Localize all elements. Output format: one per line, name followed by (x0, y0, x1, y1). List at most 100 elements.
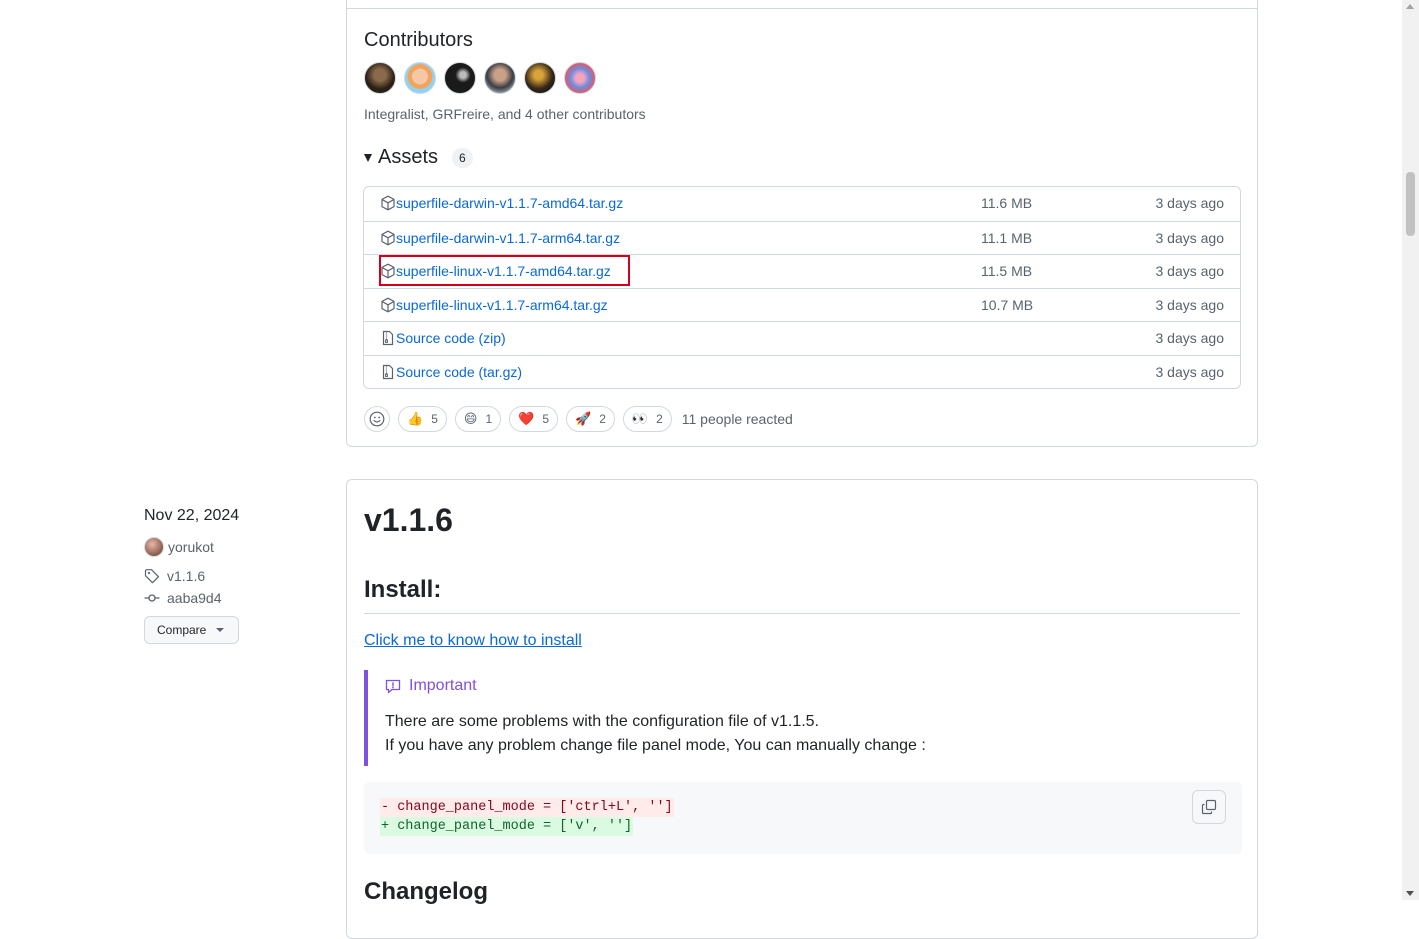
install-link[interactable]: Click me to know how to install (364, 632, 582, 650)
asset-row: Source code (zip) 3 days ago (364, 321, 1240, 355)
asset-size: 11.1 MB (981, 229, 1033, 246)
reaction-count: 2 (656, 412, 663, 426)
assets-count-badge: 6 (452, 147, 473, 168)
code-line-removed: - change_panel_mode = ['ctrl+L', ''] (380, 798, 674, 817)
asset-link[interactable]: superfile-darwin-v1.1.7-arm64.tar.gz (396, 230, 620, 246)
divider (347, 8, 1257, 9)
source-code-zip-link[interactable]: Source code (zip) (396, 330, 506, 346)
asset-size: 11.5 MB (981, 263, 1033, 279)
asset-link-label: Source code (396, 363, 475, 380)
scroll-down-arrow-icon[interactable] (1406, 891, 1414, 896)
reaction-count: 2 (599, 412, 606, 426)
alert-text: If you have any problem change file pane… (385, 737, 926, 754)
release-commit[interactable]: aaba9d4 (144, 590, 222, 606)
reactions-bar: 👍 5 😄 1 ❤️ 5 🚀 2 👀 2 11 people reacted (364, 406, 793, 432)
contributor-avatar[interactable] (444, 62, 476, 94)
scrollbar-thumb[interactable] (1406, 172, 1415, 236)
heart-icon: ❤️ (518, 411, 535, 426)
asset-link[interactable]: superfile-darwin-v1.1.7-amd64.tar.gz (396, 195, 623, 211)
author-name: yorukot (168, 539, 214, 555)
thumbs-up-icon: 👍 (407, 411, 424, 426)
release-tag[interactable]: v1.1.6 (144, 568, 205, 584)
asset-date: 3 days ago (1155, 296, 1225, 313)
reaction-rocket[interactable]: 🚀 2 (566, 406, 615, 432)
commit-sha: aaba9d4 (167, 590, 222, 606)
alert-text: There are some problems with the configu… (385, 713, 819, 730)
source-code-targz-link[interactable]: Source code (tar.gz) (396, 364, 522, 380)
contributor-avatar[interactable] (524, 62, 556, 94)
laugh-icon: 😄 (463, 411, 478, 426)
important-alert: Important There are some problems with t… (364, 670, 1242, 766)
asset-row: superfile-linux-v1.1.7-arm64.tar.gz 10.7… (364, 287, 1240, 322)
report-icon (385, 679, 401, 694)
asset-date: 3 days ago (1155, 363, 1225, 380)
assets-toggle[interactable]: Assets 6 (364, 146, 473, 169)
package-icon (380, 297, 396, 313)
asset-size: 10.7 MB (981, 296, 1034, 313)
alert-title: Important (385, 677, 477, 695)
reaction-laugh[interactable]: 😄 1 (454, 406, 502, 432)
asset-date: 3 days ago (1155, 263, 1225, 279)
package-icon (380, 195, 396, 211)
tag-name: v1.1.6 (167, 568, 206, 584)
package-icon (380, 263, 396, 279)
scroll-up-arrow-icon[interactable] (1406, 4, 1414, 9)
release-card-v1-1-7: Contributors Integralist, GRFreire, and … (346, 0, 1258, 447)
alert-title-text: Important (409, 677, 477, 694)
diff-code-block: - change_panel_mode = ['ctrl+L', ''] + c… (364, 782, 1242, 854)
divider (364, 613, 1240, 614)
release-author[interactable]: yorukot (144, 537, 214, 557)
vertical-scrollbar[interactable] (1402, 0, 1419, 900)
contributor-avatar[interactable] (564, 62, 596, 94)
asset-link[interactable]: superfile-linux-v1.1.7-amd64.tar.gz (396, 263, 611, 279)
copy-button[interactable] (1192, 790, 1226, 824)
contributor-avatar[interactable] (364, 62, 396, 94)
asset-row: superfile-darwin-v1.1.7-arm64.tar.gz 11.… (364, 220, 1240, 255)
contributors-heading: Contributors (364, 29, 473, 51)
release-date: Nov 22, 2024 (144, 507, 240, 524)
reaction-heart[interactable]: ❤️ 5 (509, 406, 558, 432)
contributor-avatar[interactable] (484, 62, 516, 94)
asset-row: Source code (tar.gz) 3 days ago (364, 354, 1240, 389)
asset-format: (tar.gz) (478, 363, 523, 380)
asset-link[interactable]: superfile-linux-v1.1.7-arm64.tar.gz (396, 297, 608, 313)
asset-row: superfile-linux-v1.1.7-amd64.tar.gz 11.5… (364, 254, 1240, 288)
reaction-eyes[interactable]: 👀 2 (622, 406, 672, 432)
smiley-icon (369, 411, 385, 427)
tag-icon (144, 569, 160, 584)
asset-format: (zip) (478, 330, 506, 346)
package-icon (380, 230, 396, 246)
file-zip-icon (380, 364, 396, 380)
eyes-icon: 👀 (631, 411, 649, 426)
asset-size: 11.6 MB (981, 195, 1033, 211)
assets-list: superfile-darwin-v1.1.7-amd64.tar.gz 11.… (363, 186, 1241, 389)
changelog-heading: Changelog (364, 878, 488, 905)
code-line-added: + change_panel_mode = ['v', ''] (380, 817, 634, 836)
triangle-down-icon (364, 153, 372, 162)
compare-label: Compare (157, 623, 207, 637)
avatar (144, 537, 164, 557)
add-reaction-button[interactable] (364, 406, 390, 432)
compare-button[interactable]: Compare (144, 616, 239, 644)
reaction-count: 5 (542, 412, 549, 426)
asset-date: 3 days ago (1155, 195, 1225, 211)
asset-date: 3 days ago (1155, 229, 1225, 246)
contributors-summary: Integralist, GRFreire, and 4 other contr… (364, 106, 646, 122)
contributor-avatar[interactable] (404, 62, 436, 94)
contributor-avatars (364, 62, 596, 94)
git-commit-icon (144, 594, 160, 602)
assets-heading: Assets (378, 146, 439, 168)
install-heading: Install: (364, 576, 442, 603)
asset-row: superfile-darwin-v1.1.7-amd64.tar.gz 11.… (364, 187, 1240, 221)
reaction-count: 1 (485, 412, 493, 426)
reactions-summary: 11 people reacted (681, 411, 793, 427)
copy-icon (1201, 799, 1217, 815)
release-title[interactable]: v1.1.6 (364, 502, 453, 539)
chevron-down-icon (216, 628, 225, 632)
asset-link-label: Source code (396, 330, 475, 346)
file-zip-icon (380, 330, 396, 346)
reaction-thumbs-up[interactable]: 👍 5 (398, 406, 447, 432)
rocket-icon: 🚀 (575, 411, 592, 426)
reaction-count: 5 (431, 412, 438, 426)
release-card-v1-1-6: v1.1.6 Install: Click me to know how to … (346, 479, 1258, 939)
